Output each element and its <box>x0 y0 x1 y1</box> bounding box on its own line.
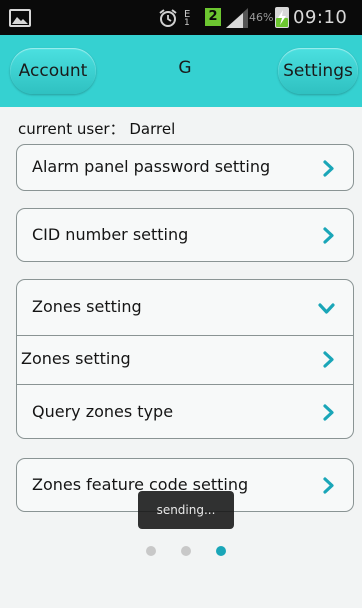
battery-percent: 46% <box>249 11 274 24</box>
query-zones-type-label: Query zones type <box>32 402 174 421</box>
chevron-right-icon <box>323 477 334 494</box>
chevron-right-icon <box>323 351 334 368</box>
current-user-label: current user： Darrel <box>18 120 176 138</box>
settings-button[interactable]: Settings <box>278 48 358 94</box>
cid-number-label: CID number setting <box>32 225 189 244</box>
zones-group-header-label: Zones setting <box>32 297 142 316</box>
signal-strength-icon <box>226 8 248 28</box>
page-title: G <box>178 58 192 78</box>
alarm-clock-icon <box>159 9 177 27</box>
page-dot[interactable] <box>216 546 226 556</box>
cid-number-setting-item[interactable]: CID number setting <box>16 208 354 262</box>
sim1-number-label: 1 <box>184 18 190 28</box>
page-dot[interactable] <box>181 546 191 556</box>
zones-setting-group: Zones setting Zones setting Query zones … <box>16 279 354 439</box>
page-dot[interactable] <box>146 546 156 556</box>
app-header: Account G Settings <box>0 35 362 107</box>
sending-toast: sending... <box>138 491 234 529</box>
chevron-right-icon <box>323 404 334 421</box>
chevron-down-icon <box>318 303 335 314</box>
zones-setting-label: Zones setting <box>21 349 131 368</box>
chevron-right-icon <box>323 227 334 244</box>
zones-setting-group-header[interactable]: Zones setting <box>17 280 353 335</box>
chevron-right-icon <box>323 160 334 177</box>
sim2-badge-icon: 2 <box>205 8 221 26</box>
sim1-edge-icon: E 1 <box>183 9 196 28</box>
query-zones-type-item[interactable]: Query zones type <box>17 385 353 440</box>
alarm-panel-password-label: Alarm panel password setting <box>32 157 271 176</box>
gallery-notification-icon <box>9 9 31 27</box>
clock-time: 09:10 <box>293 7 348 28</box>
alarm-panel-password-setting-item[interactable]: Alarm panel password setting <box>16 144 354 191</box>
zones-setting-item[interactable]: Zones setting <box>17 336 353 384</box>
status-bar: E 1 2 46% 09:10 <box>0 0 362 35</box>
battery-charging-icon <box>275 7 289 28</box>
account-button[interactable]: Account <box>10 48 96 94</box>
